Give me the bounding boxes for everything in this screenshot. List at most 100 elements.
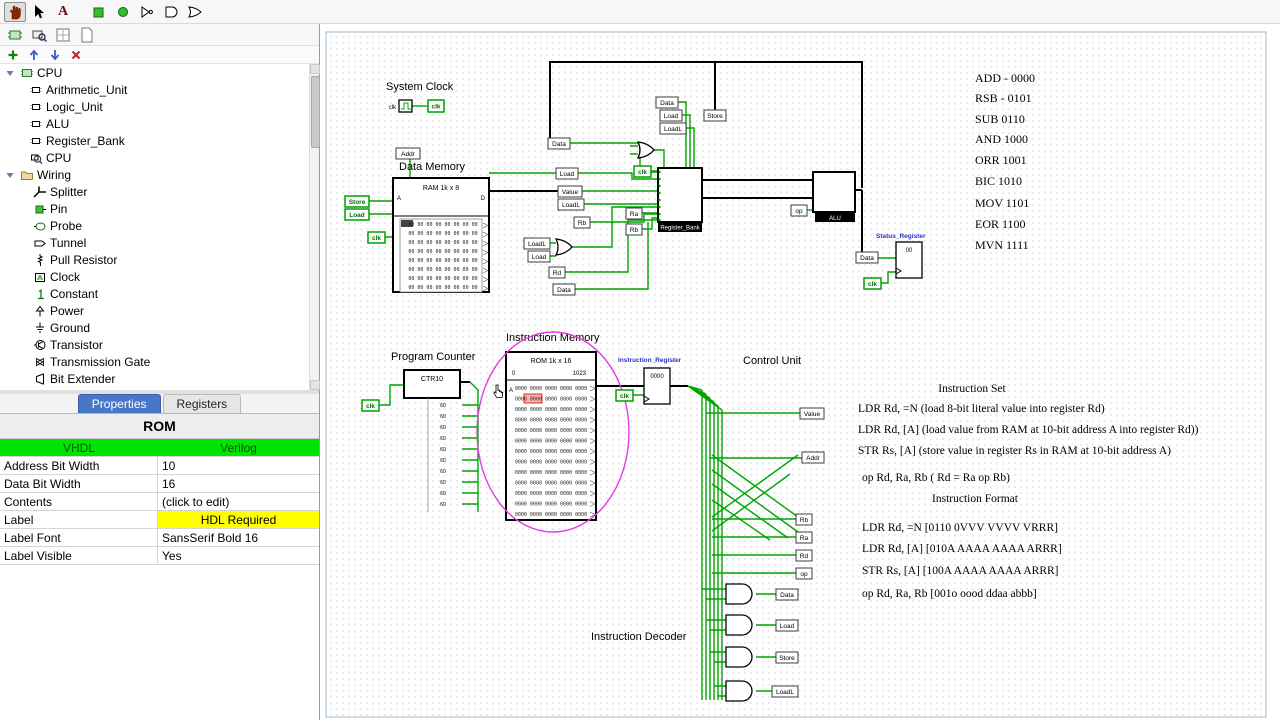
attr-value[interactable]: 16 [158,475,319,492]
tab-registers[interactable]: Registers [162,394,242,413]
tree-item-alu[interactable]: ALU [0,115,309,132]
scroll-up-arrow[interactable] [310,64,320,74]
input-pin-tool-button[interactable] [88,2,110,22]
tab-properties[interactable]: Properties [77,394,161,413]
tree-scrollbar[interactable] [309,64,320,390]
ram-title: RAM 1k x 8 [423,185,459,192]
pull-resistor-icon [32,253,47,267]
svg-text:6D: 6D [440,414,446,420]
circuit-svg[interactable]: System Clock clk clk Data Memory RAM 1k … [321,24,1280,720]
attr-value-hdl-required[interactable]: HDL Required [158,511,319,528]
not-gate-tool-button[interactable] [136,2,158,22]
appearance-view-button[interactable] [76,25,98,45]
layout-view-button[interactable] [52,25,74,45]
and-gate[interactable] [725,680,753,702]
rd-tunnel: Rd [553,270,562,277]
poke-tool-button[interactable] [4,1,26,22]
data-memory[interactable]: Data Memory RAM 1k x 8 A D 00 00 00 00 0… [392,161,490,293]
chevron-down-icon[interactable] [4,67,16,79]
constant-icon [32,287,47,301]
or-gate-tool-button[interactable] [184,2,206,22]
status-register-label: Status_Register [876,233,926,240]
circuit-canvas[interactable]: System Clock clk clk Data Memory RAM 1k … [321,24,1280,720]
select-arrow-icon [35,4,44,18]
instruction-format-title: Instruction Format [932,493,1019,505]
attr-label: Label Visible [0,547,158,564]
tree-item-cpu-current[interactable]: CPU [0,149,309,166]
remove-circuit-button[interactable] [67,47,85,62]
tree-item-transistor[interactable]: Transistor [0,336,309,353]
ram-port-d: D [481,196,486,202]
and-gate[interactable] [725,583,753,605]
svg-text:LDR Rd, =N [0110 0VVV VVVV VRR: LDR Rd, =N [0110 0VVV VVVV VRRR] [862,522,1058,534]
tree-item-ground[interactable]: Ground [0,319,309,336]
value-tunnel: Value [804,411,821,418]
svg-text:AND 1000: AND 1000 [975,132,1028,146]
text-tool-button[interactable]: A [52,2,74,22]
svg-text:LDR Rd, [A] [010A AAAA AAAA AR: LDR Rd, [A] [010A AAAA AAAA ARRR] [862,543,1062,555]
tree-item-pin[interactable]: Pin [0,200,309,217]
and-gate[interactable] [725,614,753,636]
instruction-register-value: 0000 [650,374,664,380]
tree-item-project-cpu[interactable]: CPU [0,64,309,81]
tree-item-pull-resistor[interactable]: Pull Resistor [0,251,309,268]
tree-item-transmission-gate[interactable]: Transmission Gate [0,353,309,370]
move-up-button[interactable] [25,47,43,62]
register-bank-label: Register_Bank [660,226,700,232]
tree-item-clock[interactable]: Clock [0,268,309,285]
tree-item-wiring-folder[interactable]: Wiring [0,166,309,183]
program-counter-label: Program Counter [391,351,476,363]
toolbox-view-button[interactable] [4,25,26,45]
attr-value[interactable]: (click to edit) [158,493,319,510]
register-bank[interactable]: Register_Bank [657,167,703,232]
tree-item-tunnel[interactable]: Tunnel [0,234,309,251]
verilog-button[interactable]: Verilog [158,439,319,456]
attr-value[interactable]: 10 [158,457,319,474]
layout-grid-icon [56,28,70,41]
tree-item-splitter[interactable]: Splitter [0,183,309,200]
control-unit-label: Control Unit [743,355,801,367]
attr-label: Address Bit Width [0,457,158,474]
attr-value[interactable]: SansSerif Bold 16 [158,529,319,546]
tree-item-bit-extender[interactable]: Bit Extender [0,370,309,387]
svg-text:6D: 6D [440,491,446,497]
tree-item-probe[interactable]: Probe [0,217,309,234]
tree-item-power[interactable]: Power [0,302,309,319]
component-title: ROM [0,414,319,438]
attr-row-label: Label HDL Required [0,511,319,529]
svg-text:EOR 1100: EOR 1100 [975,217,1026,231]
attr-value[interactable]: Yes [158,547,319,564]
ram-port-a: A [397,196,401,202]
output-pin-icon [118,6,128,17]
tree-item-logic-unit[interactable]: Logic_Unit [0,98,309,115]
canvas-grid[interactable] [325,31,1267,718]
svg-text:0000 0000 0000 0000 0000: 0000 0000 0000 0000 0000 [515,407,587,413]
scroll-down-arrow[interactable] [310,380,320,390]
scrollbar-thumb[interactable] [310,76,320,148]
load-tunnel: Load [664,113,679,120]
svg-text:0000 0000 0000 0000 0000: 0000 0000 0000 0000 0000 [515,460,587,466]
not-gate-icon [141,5,153,18]
and-gate-tool-button[interactable] [160,2,182,22]
transistor-icon [32,338,47,352]
tree-item-constant[interactable]: Constant [0,285,309,302]
tree-item-arithmetic-unit[interactable]: Arithmetic_Unit [0,81,309,98]
move-down-button[interactable] [46,47,64,62]
clock-component[interactable] [398,99,413,113]
op-tunnel: op [795,208,803,215]
attr-row-data-bit-width: Data Bit Width 16 [0,475,319,493]
toolbar-separator [76,3,86,21]
svg-text:op Rd, Ra, Rb [001o oood ddaa: op Rd, Ra, Rb [001o oood ddaa abbb] [862,588,1037,600]
ra-tunnel: Ra [800,535,809,542]
chevron-down-icon[interactable] [4,169,16,181]
output-pin-tool-button[interactable] [112,2,134,22]
and-gate[interactable] [725,646,753,668]
and-gate-icon [165,6,178,17]
add-circuit-button[interactable] [4,47,22,62]
simulation-view-button[interactable] [28,25,50,45]
edit-tool-button[interactable] [28,2,50,22]
tree-item-register-bank[interactable]: Register_Bank [0,132,309,149]
vhdl-button[interactable]: VHDL [0,439,158,456]
splitter-icon [32,185,47,199]
svg-text:MVN 1111: MVN 1111 [975,238,1029,252]
